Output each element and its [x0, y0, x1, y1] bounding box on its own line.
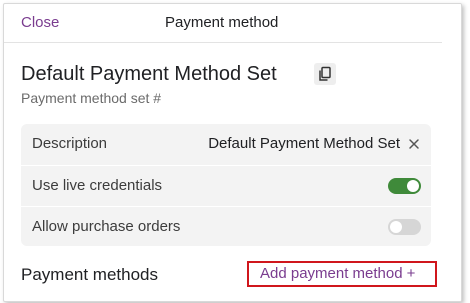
scrollbar-track[interactable]: [442, 4, 461, 301]
panel-header: Close Payment method: [4, 4, 461, 44]
panel-title: Payment method: [165, 14, 279, 31]
purchase-orders-row: Allow purchase orders: [21, 206, 431, 247]
description-row: Description Default Payment Method Set: [21, 124, 431, 164]
toggle-knob: [390, 221, 402, 233]
purchase-orders-toggle[interactable]: [388, 219, 421, 235]
add-payment-method-button[interactable]: Add payment method +: [247, 261, 437, 287]
payment-method-set-number: Payment method set #: [21, 90, 162, 106]
live-credentials-toggle[interactable]: [388, 178, 421, 194]
settings-card: Description Default Payment Method Set U…: [21, 124, 431, 246]
plus-icon: +: [406, 265, 416, 282]
toggle-knob: [407, 180, 419, 192]
close-link[interactable]: Close: [21, 14, 59, 31]
copy-icon[interactable]: [314, 63, 336, 85]
payment-method-set-name: Default Payment Method Set: [21, 63, 277, 85]
header-divider: [4, 42, 442, 43]
add-payment-method-label: Add payment method: [260, 265, 403, 282]
description-label: Description: [32, 135, 108, 152]
payment-method-panel: Close Payment method Default Payment Met…: [3, 3, 462, 302]
close-icon[interactable]: [407, 137, 421, 151]
live-credentials-row: Use live credentials: [21, 165, 431, 206]
description-value[interactable]: Default Payment Method Set: [208, 135, 400, 152]
live-credentials-label: Use live credentials: [32, 177, 163, 194]
purchase-orders-label: Allow purchase orders: [32, 218, 181, 235]
payment-methods-title: Payment methods: [21, 265, 159, 284]
